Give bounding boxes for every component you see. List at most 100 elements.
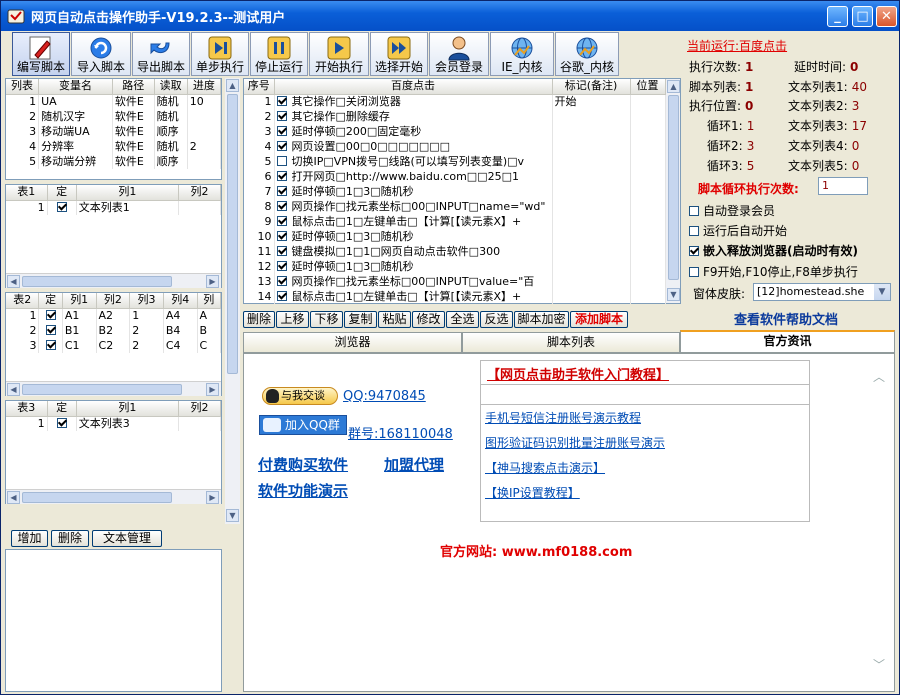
row-checkbox[interactable] [56,417,67,428]
tab-official-news[interactable]: 官方资讯 [680,330,895,353]
table3-header[interactable]: 表3 [6,401,48,417]
script-table-header[interactable]: 序号 [244,79,275,95]
edit-script-button[interactable]: 编写脚本 [12,32,70,76]
minimize-button[interactable]: _ [827,6,848,27]
script-row[interactable]: 11 键盘模拟□1□1□网页自动点击软件□300 [244,244,666,259]
table-row[interactable]: 3 C1 C2 2 C4 C [6,338,222,353]
scroll-right-icon[interactable]: ▶ [206,275,219,288]
loop-count-input[interactable]: 1 [818,177,868,195]
stop-run-button[interactable]: 停止运行 [250,32,308,76]
captcha-tutorial-link[interactable]: 图形验证码识别批量注册账号演示 [485,434,665,451]
move-up-button[interactable]: 上移 [276,311,309,328]
member-login-button[interactable]: 会员登录 [429,32,489,76]
script-enable-checkbox[interactable] [276,140,287,151]
join-qq-group-button[interactable]: 加入QQ群 [259,415,347,435]
script-table-scrollbar[interactable]: ▲ ▼ [666,78,681,304]
table2-header[interactable]: 列3 [129,293,164,309]
scroll-left-icon[interactable]: ◀ [7,491,20,504]
tab-browser[interactable]: 浏览器 [243,332,462,353]
checkbox-box[interactable] [689,246,699,256]
scroll-thumb[interactable] [227,94,238,374]
var_table-header[interactable]: 读取 [154,79,188,95]
table-row[interactable]: 2 B1 B2 2 B4 B [6,323,222,338]
checkbox-box[interactable] [689,226,699,236]
shenma-tutorial-link[interactable]: 【神马搜索点击演示】 [485,459,605,476]
table3-header[interactable]: 定 [47,401,77,417]
script-row[interactable]: 9 鼠标点击□1□左键单击□【计算[【读元素X】+ [244,214,666,229]
add-text-button[interactable]: 增加 [11,530,48,547]
ip-tutorial-link[interactable]: 【换IP设置教程】 [485,484,580,501]
title-bar[interactable]: 网页自动点击操作助手-V19.2.3--测试用户 _ □ ✕ [1,1,899,31]
var_table-header[interactable]: 变量名 [38,79,113,95]
scroll-thumb[interactable] [22,384,182,395]
auto-login-checkbox[interactable]: 自动登录会员 [689,202,775,219]
embed-browser-checkbox[interactable]: 嵌入释放浏览器(启动时有效) [689,242,858,259]
scroll-up-icon[interactable]: ▲ [226,79,239,92]
script-row[interactable]: 3 延时停顿□200□固定毫秒 [244,124,666,139]
add-script-button[interactable]: 添加脚本 [570,311,628,328]
skin-select[interactable]: [12]homestead.she ▼ [753,283,891,301]
qq-chat-button[interactable]: 与我交谈 [262,387,338,405]
table-row[interactable]: 1 文本列表1 [6,200,222,215]
script-row[interactable]: 13 网页操作□找元素坐标□00□INPUT□value="百 [244,274,666,289]
buy-software-link[interactable]: 付费购买软件 [258,454,348,475]
script-enable-checkbox[interactable] [276,290,287,301]
ie-kernel-button[interactable]: IE_内核 [490,32,554,76]
table-row[interactable]: 3 移动端UA 软件E 顺序 [6,124,222,139]
script-enable-checkbox[interactable] [276,95,287,106]
row-checkbox[interactable] [45,324,56,335]
maximize-button[interactable]: □ [852,6,873,27]
official-website[interactable]: 官方网站: www.mf0188.com [440,541,632,560]
script-row[interactable]: 6 打开网页□http://www.baidu.com□□25□1 [244,169,666,184]
checkbox-box[interactable] [689,267,699,277]
text-manage-button[interactable]: 文本管理 [92,530,162,547]
script-enable-checkbox[interactable] [276,185,287,196]
var_table-header[interactable]: 进度 [187,79,222,95]
table1-header[interactable]: 列2 [178,185,222,201]
table2-header[interactable]: 列2 [96,293,131,309]
script-enable-checkbox[interactable] [276,155,287,166]
invert-select-button[interactable]: 反选 [480,311,513,328]
script-row[interactable]: 12 延时停顿□1□3□随机秒 [244,259,666,274]
script-row[interactable]: 10 延时停顿□1□3□随机秒 [244,229,666,244]
chrome-kernel-button[interactable]: 谷歌_内核 [555,32,619,76]
checkbox-box[interactable] [689,206,699,216]
table2-header[interactable]: 列1 [62,293,97,309]
start-run-button[interactable]: 开始执行 [309,32,369,76]
script-enable-checkbox[interactable] [276,170,287,181]
table1-header[interactable]: 定 [47,185,77,201]
scroll-left-icon[interactable]: ◀ [7,383,20,396]
script-enable-checkbox[interactable] [276,260,287,271]
script-row[interactable]: 4 网页设置□00□0□□□□□□□ [244,139,666,154]
table-row[interactable]: 1 文本列表3 [6,416,222,431]
script-enable-checkbox[interactable] [276,110,287,121]
step-run-button[interactable]: 单步执行 [191,32,249,76]
table2-header[interactable]: 列4 [163,293,198,309]
delete-button[interactable]: 删除 [243,311,275,328]
script-row[interactable]: 2 其它操作□删除缓存 [244,109,666,124]
table3-header[interactable]: 列2 [178,401,222,417]
script-row[interactable]: 1 其它操作□关闭浏览器 开始 [244,94,666,109]
auto-start-checkbox[interactable]: 运行后自动开始 [689,222,787,239]
delete-text-button[interactable]: 删除 [51,530,89,547]
table3-header[interactable]: 列1 [76,401,179,417]
qq-number-link[interactable]: QQ:9470845 [343,389,426,404]
scroll-up-icon[interactable]: ︿ [873,368,885,385]
scroll-right-icon[interactable]: ▶ [206,491,219,504]
script-row[interactable]: 5 切换IP□VPN拨号□线路(可以填写列表变量)□v [244,154,666,169]
left-pane-scrollbar[interactable]: ▲ ▼ [225,78,240,524]
script-row[interactable]: 8 网页操作□找元素坐标□00□INPUT□name="wd" [244,199,666,214]
var_table-header[interactable]: 列表 [6,79,40,95]
script-enable-checkbox[interactable] [276,230,287,241]
scroll-right-icon[interactable]: ▶ [206,383,219,396]
scroll-left-icon[interactable]: ◀ [7,275,20,288]
script-enable-checkbox[interactable] [276,215,287,226]
table2-header[interactable]: 定 [38,293,63,309]
scroll-down-icon[interactable]: ▼ [667,288,680,301]
script-enable-checkbox[interactable] [276,125,287,136]
table-row[interactable]: 5 移动端分辨 软件E 顺序 [6,154,222,169]
horizontal-scrollbar[interactable]: ◀ ▶ [6,489,221,504]
select-start-button[interactable]: 选择开始 [370,32,428,76]
table-row[interactable]: 1 UA 软件E 随机 10 [6,94,222,109]
table1-header[interactable]: 表1 [6,185,48,201]
